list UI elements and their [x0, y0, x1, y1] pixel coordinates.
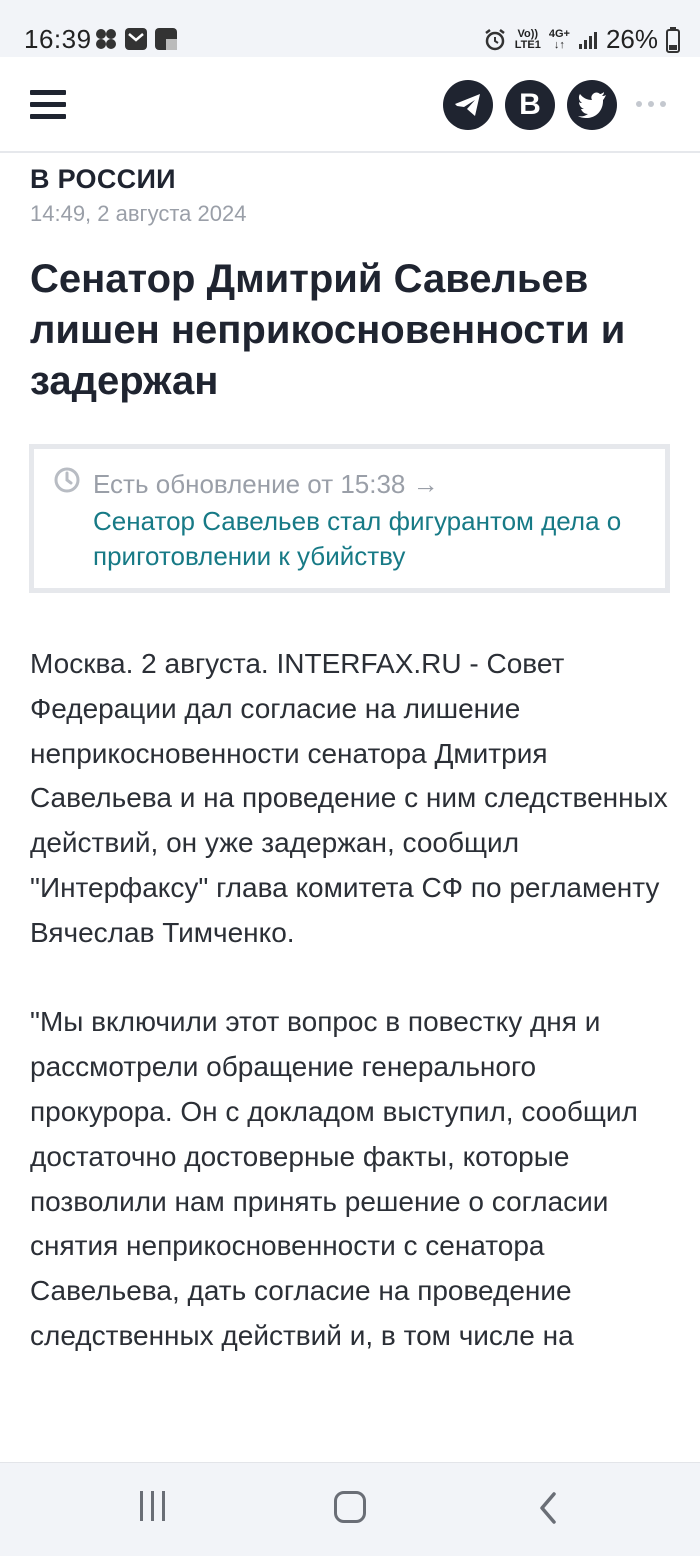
- article-paragraph: Москва. 2 августа. INTERFAX.RU - Совет Ф…: [30, 648, 668, 948]
- article-rubric[interactable]: В РОССИИ: [30, 164, 176, 195]
- network-label: 4G+: [548, 27, 570, 40]
- back-icon[interactable]: [536, 1491, 560, 1525]
- update-box: Есть обновление от 15:38 → Сенатор Савел…: [29, 444, 670, 593]
- twitter-icon: [578, 92, 606, 118]
- more-options-icon[interactable]: [636, 101, 666, 107]
- menu-icon[interactable]: [30, 90, 66, 120]
- app-notification-icon: [96, 29, 116, 49]
- vk-share-button[interactable]: B: [505, 80, 555, 130]
- telegram-icon: [455, 94, 480, 116]
- vk-icon: B: [519, 88, 541, 121]
- telegram-share-button[interactable]: [443, 80, 493, 130]
- volte-indicator: Vo)) LTE1: [514, 27, 541, 51]
- article-body: Москва. 2 августа. INTERFAX.RU - Совет Ф…: [30, 642, 680, 1359]
- clock-icon: [54, 467, 80, 493]
- signal-icon: [578, 31, 597, 49]
- lte-label: LTE1: [514, 38, 541, 51]
- update-label: Есть обновление от 15:38 →: [93, 469, 439, 499]
- battery-icon: [666, 26, 680, 53]
- home-icon[interactable]: [334, 1491, 366, 1523]
- app-icon: [155, 28, 177, 50]
- article-title: Сенатор Дмитрий Савельев лишен неприкосн…: [30, 257, 626, 403]
- system-navigation-bar: [0, 1462, 700, 1556]
- alarm-icon: [485, 28, 505, 50]
- network-indicator: 4G+ ↓↑: [548, 27, 570, 51]
- site-header: B: [0, 57, 700, 153]
- article-date: 14:49, 2 августа 2024: [30, 201, 247, 226]
- battery-percent: 26%: [605, 24, 658, 54]
- mail-icon: [125, 28, 147, 50]
- volte-label: Vo)): [517, 27, 539, 40]
- twitter-share-button[interactable]: [567, 80, 617, 130]
- notification-icons: [94, 27, 178, 51]
- status-right: Vo)) LTE1 4G+ ↓↑ 26%: [483, 24, 680, 55]
- status-time: 16:39: [24, 24, 92, 54]
- recent-apps-icon[interactable]: [140, 1491, 170, 1523]
- article-paragraph: "Мы включили этот вопрос в повестку дня …: [30, 1006, 638, 1351]
- data-arrows-icon: ↓↑: [553, 38, 565, 51]
- update-link[interactable]: Сенатор Савельев стал фигурантом дела о …: [93, 504, 633, 574]
